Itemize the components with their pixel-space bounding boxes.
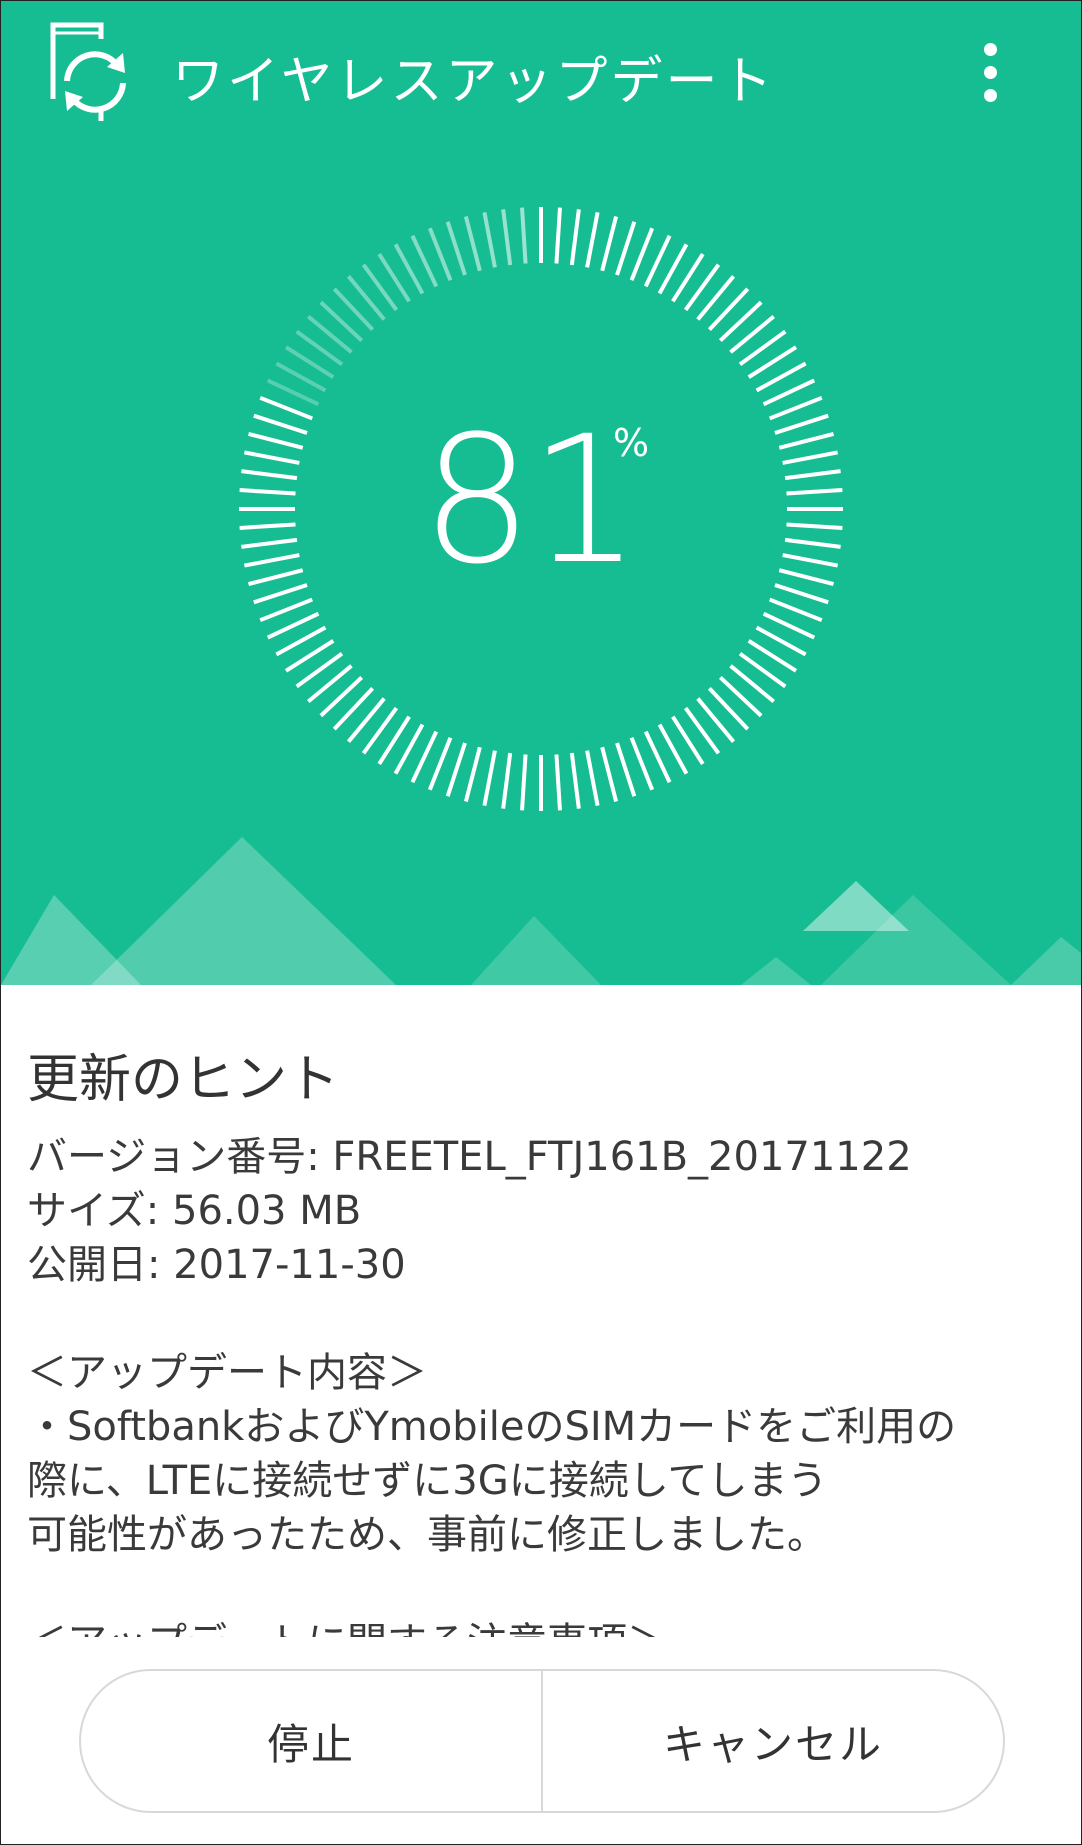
- progress-tick-filled: [520, 754, 528, 811]
- progress-tick-filled: [319, 675, 364, 718]
- progress-tick-filled: [239, 488, 296, 496]
- progress-tick-filled: [253, 413, 308, 435]
- update-contents-line: ・SoftbankおよびYmobileのSIMカードをご利用の: [27, 1404, 957, 1450]
- progress-tick-filled: [786, 488, 843, 496]
- update-hero: ワイヤレスアップデート 81 %: [1, 1, 1081, 985]
- progress-tick-filled: [569, 209, 581, 266]
- progress-tick-filled: [718, 675, 763, 718]
- size-line: サイズ: 56.03 MB: [27, 1188, 362, 1234]
- progress-tick-filled: [629, 227, 655, 282]
- release-date-line: 公開日: 2017-11-30: [27, 1242, 406, 1288]
- progress-tick-filled: [784, 469, 841, 481]
- progress-tick-filled: [259, 395, 314, 421]
- progress-tick-filled: [253, 583, 308, 605]
- action-button-bar: 停止 キャンセル: [79, 1669, 1005, 1813]
- progress-tick-filled: [778, 431, 835, 450]
- progress-tick-filled: [243, 450, 300, 465]
- progress-tick-filled: [774, 583, 829, 605]
- progress-tick-remaining: [319, 300, 364, 343]
- progress-tick-filled: [554, 754, 562, 811]
- progress-tick-filled: [247, 431, 304, 450]
- progress-tick-filled: [768, 395, 823, 421]
- percent-sign: %: [613, 421, 650, 465]
- progress-tick-remaining: [427, 227, 453, 282]
- update-info-panel: 更新のヒント バージョン番号: FREETEL_FTJ161B_20171122…: [1, 985, 1081, 1637]
- progress-tick-remaining: [332, 287, 375, 332]
- progress-percent: 81: [421, 398, 641, 603]
- update-contents-line: 可能性があったため、事前に修正しました。: [27, 1512, 827, 1558]
- progress-tick-filled: [707, 287, 750, 332]
- progress-tick-filled: [782, 450, 839, 465]
- progress-tick-remaining: [501, 209, 513, 266]
- progress-tick-filled: [463, 746, 482, 803]
- progress-tick-filled: [600, 746, 619, 803]
- progress-tick-filled: [482, 750, 497, 807]
- progress-tick-filled: [554, 207, 562, 264]
- progress-tick-filled: [784, 537, 841, 549]
- progress-tick-remaining: [520, 207, 528, 264]
- progress-tick-filled: [427, 736, 453, 791]
- progress-tick-filled: [569, 752, 581, 809]
- progress-tick-filled: [259, 597, 314, 623]
- progress-tick-filled: [445, 742, 467, 797]
- progress-tick-filled: [501, 752, 513, 809]
- progress-tick-remaining: [482, 211, 497, 268]
- progress-tick-filled: [782, 553, 839, 568]
- mountain-decoration: [1, 837, 1081, 985]
- progress-tick-filled: [332, 686, 375, 731]
- progress-tick-filled: [629, 736, 655, 791]
- progress-tick-filled: [786, 522, 843, 530]
- update-contents-heading: ＜アップデート内容＞: [27, 1350, 427, 1396]
- progress-tick-filled: [615, 221, 637, 276]
- progress-tick-filled: [585, 211, 600, 268]
- progress-tick-filled: [241, 537, 298, 549]
- progress-tick-remaining: [463, 215, 482, 272]
- progress-tick-filled: [768, 597, 823, 623]
- stop-button[interactable]: 停止: [81, 1671, 541, 1811]
- update-contents-line: 際に、LTEに接続せずに3Gに接続してしまう: [27, 1458, 828, 1504]
- update-details: バージョン番号: FREETEL_FTJ161B_20171122 サイズ: 5…: [27, 1130, 1067, 1637]
- version-line: バージョン番号: FREETEL_FTJ161B_20171122: [27, 1134, 912, 1180]
- update-notes-heading: ＜アップデートに関する注意事項＞: [27, 1616, 1067, 1637]
- progress-tick-filled: [615, 742, 637, 797]
- progress-tick-filled: [600, 215, 619, 272]
- update-tips-title: 更新のヒント: [27, 1050, 340, 1110]
- progress-tick-filled: [241, 469, 298, 481]
- progress-tick-filled: [585, 750, 600, 807]
- progress-tick-filled: [778, 568, 835, 587]
- progress-tick-filled: [707, 686, 750, 731]
- progress-tick-remaining: [445, 221, 467, 276]
- progress-tick-filled: [718, 300, 763, 343]
- progress-tick-filled: [239, 522, 296, 530]
- progress-tick-filled: [247, 568, 304, 587]
- cancel-button[interactable]: キャンセル: [543, 1671, 1003, 1811]
- progress-tick-filled: [243, 553, 300, 568]
- progress-tick-filled: [774, 413, 829, 435]
